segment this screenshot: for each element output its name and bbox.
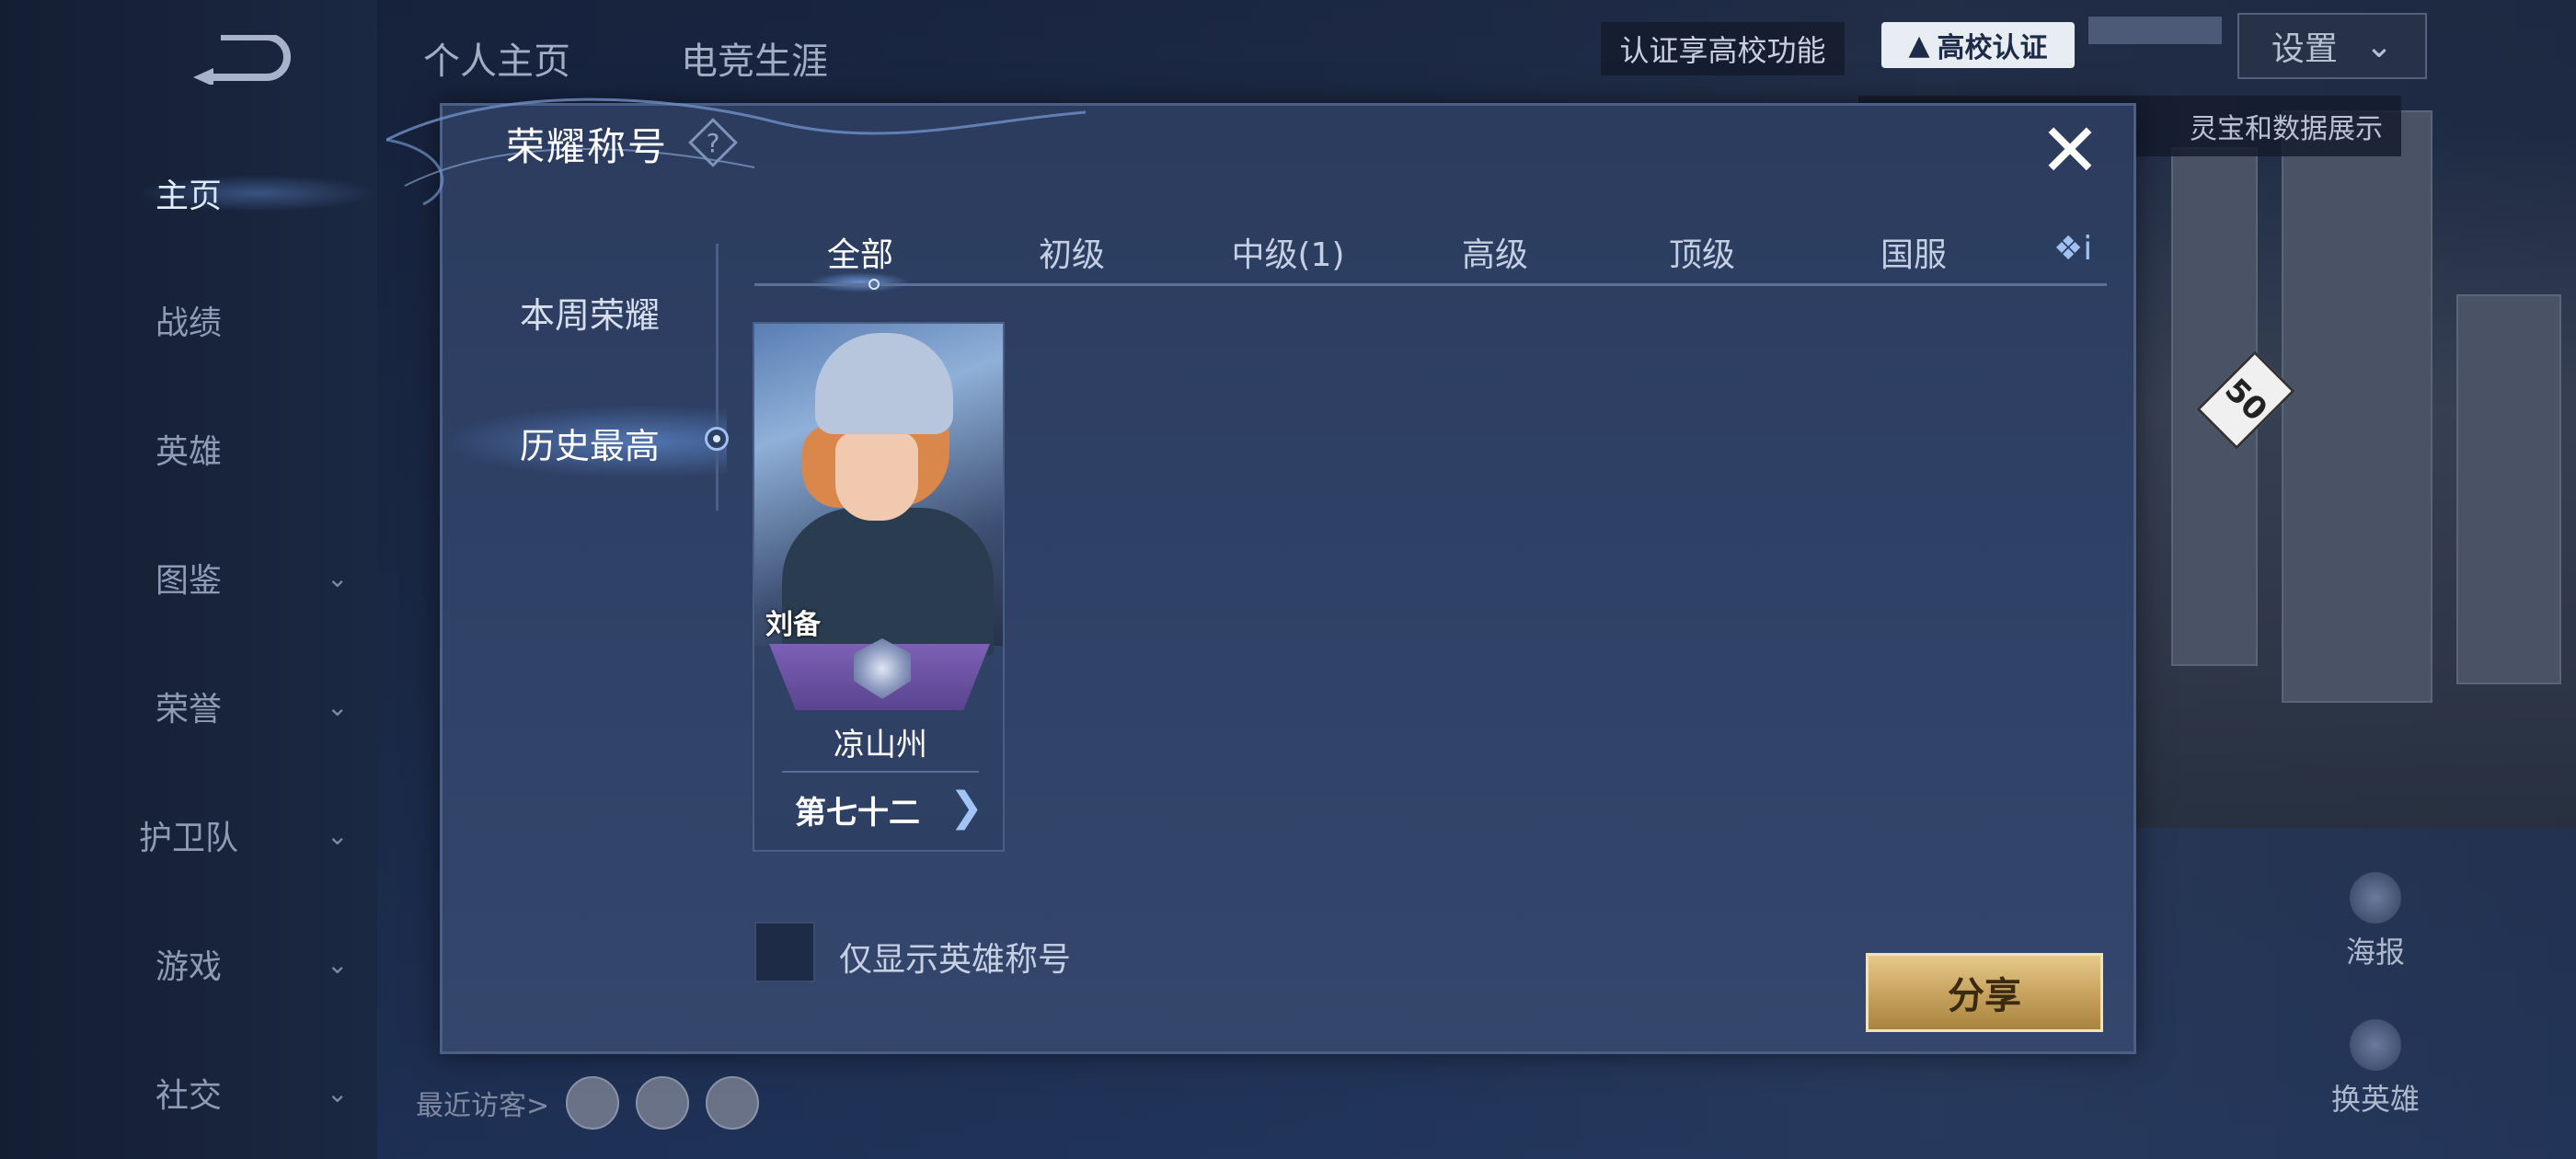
more-tabs-icon[interactable]: ❖ⅰ [2053, 230, 2103, 270]
sidebar-item-label: 荣誉 [155, 691, 222, 729]
sidebar-item-label: 英雄 [155, 433, 222, 471]
sidebar-item-game[interactable]: 游戏 ⌄ [0, 936, 377, 992]
sidebar-item-label: 游戏 [155, 948, 222, 986]
hero-title-only-checkbox[interactable] [754, 922, 815, 982]
change-hero-icon [2350, 1019, 2401, 1071]
header-swirl-decoration [386, 98, 1086, 206]
hero-name: 刘备 [765, 609, 821, 641]
tab-underline [754, 283, 2107, 286]
portrait-face [835, 432, 918, 521]
help-glyph: ? [706, 127, 720, 158]
rank-position: 第七十二 [795, 795, 920, 832]
sidebar-item-label: 主页 [155, 178, 222, 215]
sidebar-item-codex[interactable]: 图鉴 ⌄ [0, 550, 377, 605]
tab-junior[interactable]: 初级 [1003, 221, 1141, 283]
tab-top[interactable]: 顶级 [1633, 221, 1771, 283]
school-icon: ▲ [1908, 29, 1930, 62]
visitors-label: 最近访客> [416, 1090, 550, 1122]
sidebar: 主页 战绩 英雄 图鉴 ⌄ 荣誉 ⌄ 护卫队 ⌄ 游戏 ⌄ 社交 ⌄ [0, 0, 377, 1159]
school-cert-button[interactable]: ▲ 高校认证 [1881, 22, 2075, 68]
sidebar-item-record[interactable]: 战绩 [0, 293, 377, 348]
region-name: 凉山州 [834, 727, 927, 763]
building [2456, 294, 2561, 684]
tab-senior[interactable]: 高级 [1426, 221, 1564, 283]
nav-history-best[interactable]: 历史最高 [456, 418, 723, 468]
modal-title: 荣耀称号 [506, 124, 669, 169]
tab-indicator-icon [868, 279, 880, 290]
help-icon[interactable]: ? [692, 121, 734, 164]
portrait-hat [815, 333, 953, 434]
poster-button[interactable]: 海报 [2320, 872, 2431, 971]
school-cert-label: 高校认证 [1937, 32, 2048, 64]
nav-divider [716, 244, 719, 511]
building [2282, 110, 2432, 703]
sidebar-item-label: 社交 [155, 1077, 222, 1115]
back-icon[interactable] [193, 35, 294, 85]
sidebar-item-social[interactable]: 社交 ⌄ [0, 1065, 377, 1120]
tab-esports-career[interactable]: 电竞生涯 [681, 31, 828, 85]
hero-portrait [754, 324, 1003, 655]
nav-indicator-dot [705, 427, 729, 451]
chevron-down-icon: ⌄ [327, 1077, 349, 1108]
sidebar-item-guard[interactable]: 护卫队 ⌄ [0, 808, 377, 863]
tab-personal-home[interactable]: 个人主页 [423, 31, 570, 85]
sidebar-item-home[interactable]: 主页 [0, 166, 377, 221]
avatar[interactable] [636, 1076, 690, 1130]
sidebar-item-label: 战绩 [155, 304, 222, 342]
avatar[interactable] [706, 1076, 760, 1130]
card-divider [782, 771, 979, 773]
settings-label: 设置 [2271, 30, 2338, 68]
recent-visitors[interactable]: 最近访客> [416, 1076, 760, 1130]
close-icon[interactable]: ✕ [2035, 114, 2105, 188]
tab-intermediate[interactable]: 中级(1) [1205, 221, 1371, 283]
tip-text: 灵宝和数据展示 [2190, 113, 2383, 145]
sidebar-item-heroes[interactable]: 英雄 [0, 421, 377, 476]
tab-all[interactable]: 全部 [791, 221, 929, 293]
avatar[interactable] [566, 1076, 620, 1130]
share-button[interactable]: 分享 [1866, 953, 2103, 1032]
poster-label: 海报 [2345, 935, 2405, 970]
sidebar-item-label: 护卫队 [138, 820, 238, 857]
honor-card[interactable]: 刘备 凉山州 第七十二 ❯ [753, 322, 1005, 852]
chevron-down-icon: ⌄ [327, 691, 349, 722]
chevron-right-icon[interactable]: ❯ [949, 784, 983, 831]
tab-bar: 全部 初级 中级(1) 高级 顶级 国服 [754, 221, 2107, 293]
change-hero-label: 换英雄 [2330, 1082, 2420, 1117]
sidebar-item-honor[interactable]: 荣誉 ⌄ [0, 679, 377, 734]
poster-icon [2350, 872, 2401, 924]
sidebar-item-label: 图鉴 [155, 562, 222, 600]
cert-tip[interactable]: 认证享高校功能 [1601, 22, 1845, 75]
chevron-down-icon: ⌄ [327, 820, 349, 851]
chevron-down-icon: ⌄ [327, 562, 349, 593]
change-hero-button[interactable]: 换英雄 [2320, 1019, 2431, 1119]
nav-weekly-honor[interactable]: 本周荣耀 [456, 287, 723, 338]
checkbox-label: 仅显示英雄称号 [839, 941, 1072, 979]
chevron-down-icon: ⌄ [2364, 27, 2394, 65]
small-tag [2088, 17, 2222, 44]
tab-national[interactable]: 国服 [1845, 221, 1983, 283]
chevron-down-icon: ⌄ [327, 948, 349, 980]
settings-button[interactable]: 设置 ⌄ [2237, 13, 2427, 79]
